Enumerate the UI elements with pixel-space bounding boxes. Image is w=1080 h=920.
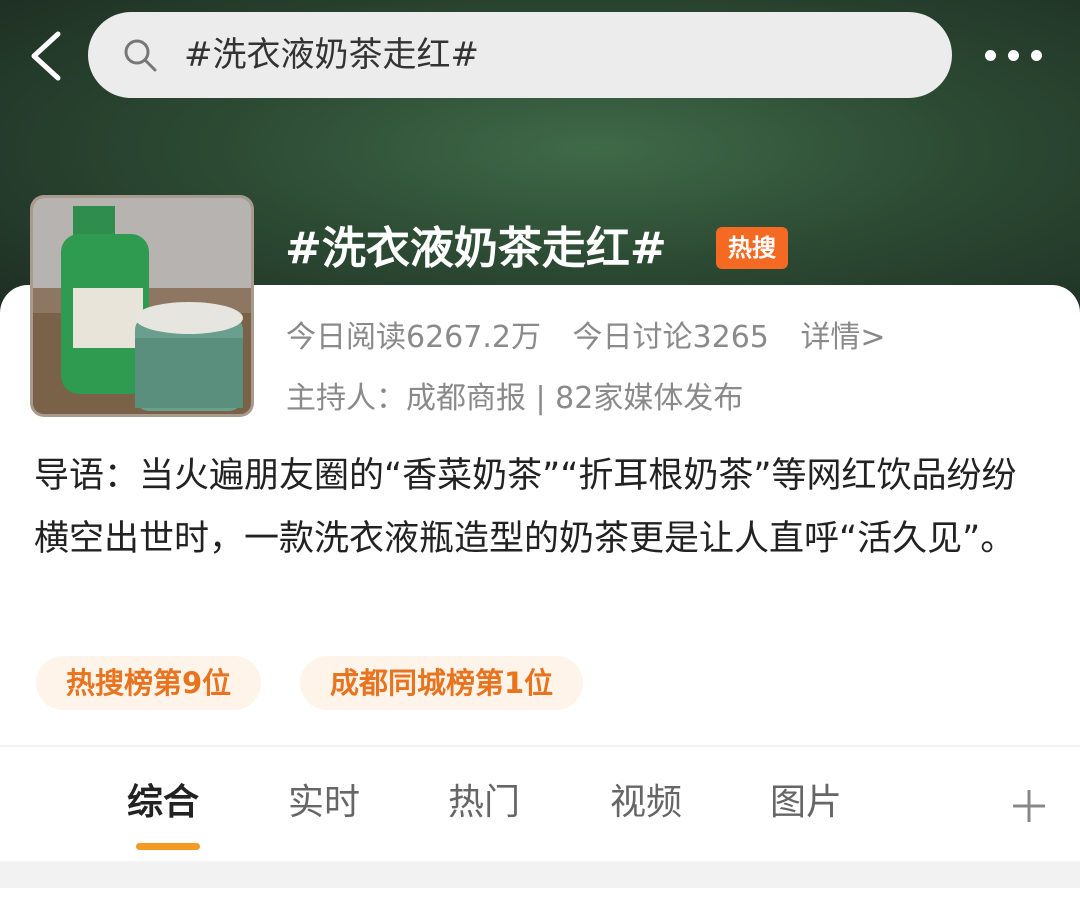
hot-search-rank-badge[interactable]: 热搜榜第9位	[36, 656, 262, 710]
city-rank-badge[interactable]: 成都同城榜第1位	[300, 656, 584, 710]
search-bar[interactable]: #洗衣液奶茶走红#	[88, 12, 952, 98]
tab-popular[interactable]: 热门	[448, 773, 520, 825]
plus-icon[interactable]	[1010, 787, 1048, 825]
back-arrow-icon[interactable]	[22, 28, 72, 84]
more-dot	[985, 49, 996, 61]
today-reads: 今日阅读6267.2万	[286, 320, 541, 355]
today-discussions: 今日讨论3265	[572, 320, 769, 355]
thumbnail-image	[33, 198, 251, 414]
tab-images[interactable]: 图片	[770, 773, 842, 825]
more-dot	[1008, 49, 1019, 61]
search-text: #洗衣液奶茶走红#	[184, 35, 479, 75]
topic-title: #洗衣液奶茶走红#	[285, 223, 667, 274]
hot-search-badge: 热搜	[716, 227, 788, 269]
tab-bar: 综合 实时 热门 视频 图片	[0, 746, 1080, 861]
details-link[interactable]: 详情>	[800, 320, 885, 355]
topic-intro: 导语：当火遍朋友圈的“香菜奶茶”“折耳根奶茶”等网红饮品纷纷横空出世时，一款洗衣…	[34, 456, 1017, 559]
host-line[interactable]: 主持人：成都商报 | 82家媒体发布	[286, 373, 743, 417]
tab-video[interactable]: 视频	[610, 773, 682, 825]
more-icon[interactable]	[985, 40, 1055, 70]
tab-comprehensive[interactable]: 综合	[127, 773, 199, 825]
feed-start-strip	[0, 888, 1080, 920]
topic-thumbnail[interactable]	[30, 195, 254, 417]
search-icon	[124, 39, 157, 72]
active-tab-indicator	[136, 843, 200, 850]
tab-realtime[interactable]: 实时	[288, 773, 360, 825]
topic-stats: 今日阅读6267.2万 今日讨论3265 详情>	[286, 312, 908, 356]
more-dot	[1031, 49, 1042, 61]
